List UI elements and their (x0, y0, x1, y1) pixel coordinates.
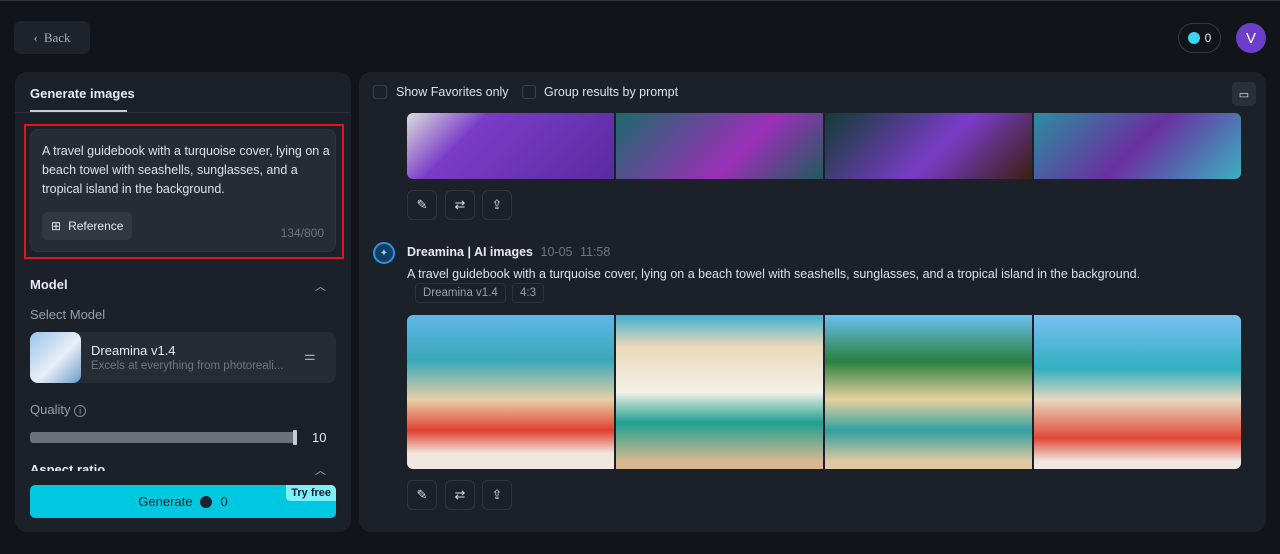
try-free-badge: Try free (286, 485, 336, 501)
reference-label: Reference (68, 219, 124, 233)
result-time: 11:58 (579, 245, 611, 259)
result-header: Dreamina | AI images 10-05 11:58 (407, 245, 610, 259)
model-description: Excels at everything from photoreali... (91, 360, 284, 372)
result-prompt[interactable]: A travel guidebook with a turquoise cove… (407, 267, 1140, 281)
generate-label: Generate (138, 494, 193, 509)
model-section-title: Model (30, 277, 68, 292)
image-add-icon: ⊞ (51, 219, 62, 233)
dreamina-logo-icon: ✦ (373, 242, 395, 264)
quality-label: Quality i (30, 402, 87, 417)
result-image[interactable] (825, 315, 1032, 469)
result-images (407, 315, 1241, 469)
settings-sliders-icon[interactable]: ⚌ (304, 348, 316, 364)
back-button[interactable]: ‹ Back (14, 21, 90, 54)
quality-slider-handle[interactable] (293, 430, 297, 445)
chevron-up-icon[interactable]: ︿ (315, 278, 326, 294)
quality-value: 10 (312, 430, 327, 445)
credit-icon (1187, 32, 1200, 44)
result-image[interactable] (616, 315, 823, 469)
divider (15, 112, 351, 113)
info-icon[interactable]: i (74, 405, 87, 417)
prompt-input[interactable]: A travel guidebook with a turquoise cove… (30, 129, 336, 252)
model-selector[interactable]: Dreamina v1.4 Excels at everything from … (30, 332, 336, 383)
quality-label-text: Quality (30, 402, 71, 417)
generate-panel: Generate images A travel guidebook with … (15, 72, 351, 532)
quality-slider[interactable] (30, 432, 296, 443)
regenerate-icon[interactable]: ⇄ (445, 480, 475, 510)
credit-icon (200, 495, 213, 508)
regenerate-icon[interactable]: ⇄ (445, 190, 475, 220)
ratio-tag: 4:3 (512, 283, 544, 303)
result-image[interactable] (825, 113, 1032, 179)
back-label: Back (43, 29, 71, 45)
previous-images (407, 113, 1241, 179)
show-favorites-checkbox[interactable] (373, 85, 387, 99)
tab-generate-images[interactable]: Generate images (30, 86, 135, 101)
generate-button[interactable]: Generate 0 Try free (30, 485, 336, 518)
prompt-text[interactable]: A travel guidebook with a turquoise cove… (42, 142, 332, 199)
generate-cost: 0 (220, 494, 228, 509)
credits-badge[interactable]: 0 (1178, 23, 1221, 53)
group-results-checkbox[interactable] (522, 85, 536, 99)
chevron-up-icon[interactable]: ︿ (315, 462, 326, 478)
result-date: 10-05 (540, 245, 573, 259)
avatar[interactable]: V (1236, 23, 1266, 53)
model-name: Dreamina v1.4 (91, 343, 176, 358)
edit-icon[interactable]: ✎ (407, 480, 437, 510)
select-model-label: Select Model (30, 307, 106, 322)
folder-icon[interactable]: ▭ (1232, 82, 1256, 106)
edit-icon[interactable]: ✎ (407, 190, 437, 220)
result-image[interactable] (407, 113, 614, 179)
show-favorites-label: Show Favorites only (396, 85, 509, 99)
aspect-ratio-title: Aspect ratio (30, 462, 106, 471)
result-image[interactable] (616, 113, 823, 179)
export-icon[interactable]: ⇪ (482, 480, 512, 510)
char-count: 134/800 (280, 226, 324, 240)
model-tag: Dreamina v1.4 (415, 283, 506, 303)
group-results-label: Group results by prompt (544, 85, 679, 99)
result-image[interactable] (407, 315, 614, 469)
reference-button[interactable]: ⊞ Reference (42, 212, 132, 240)
model-thumbnail (30, 332, 81, 383)
export-icon[interactable]: ⇪ (482, 190, 512, 220)
chevron-left-icon: ‹ (33, 29, 38, 45)
top-bar: ‹ Back 0 V (0, 0, 1280, 72)
result-author: Dreamina | AI images (407, 245, 534, 259)
result-image[interactable] (1034, 315, 1241, 469)
results-panel: Show Favorites only Group results by pro… (359, 72, 1266, 532)
credits-count: 0 (1204, 31, 1212, 45)
result-image[interactable] (1034, 113, 1241, 179)
